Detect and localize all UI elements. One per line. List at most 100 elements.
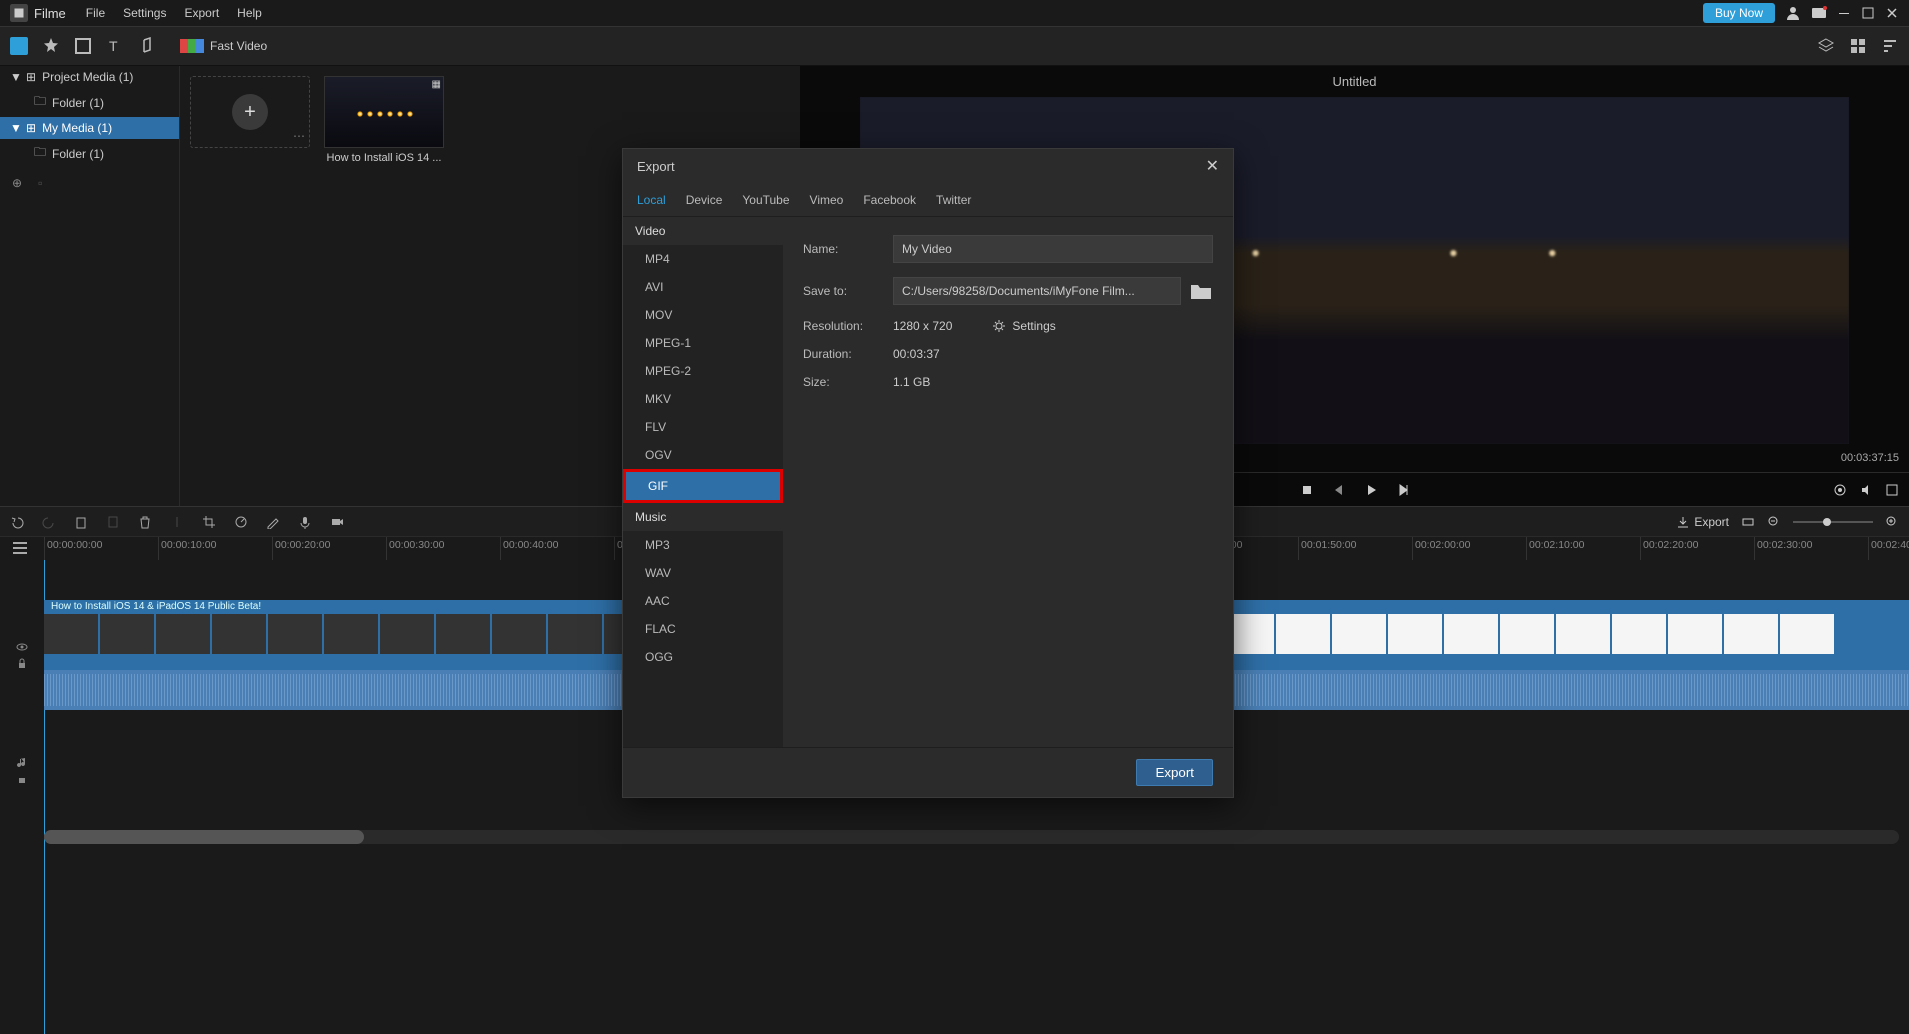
play-icon[interactable] xyxy=(1364,483,1378,497)
close-icon[interactable] xyxy=(1885,6,1899,20)
tree-my-media[interactable]: ▼ ⊞ My Media (1) xyxy=(0,117,179,139)
tree-project-media[interactable]: ▼ ⊞ Project Media (1) xyxy=(0,66,179,88)
crop-icon[interactable] xyxy=(202,515,216,529)
media-clip[interactable]: ▦ How to Install iOS 14 ... xyxy=(324,76,444,164)
ruler-tick: 00:02:10:00 xyxy=(1526,537,1640,560)
account-icon[interactable] xyxy=(1785,5,1801,21)
prev-frame-icon[interactable] xyxy=(1332,483,1346,497)
paste-icon[interactable] xyxy=(106,515,120,529)
ruler-tick: 00:02:20:00 xyxy=(1640,537,1754,560)
video-track-gutter xyxy=(0,600,44,710)
grid-icon: ⊞ xyxy=(26,121,36,135)
add-folder-icon[interactable]: ⊕ xyxy=(12,176,22,190)
input-save-to[interactable] xyxy=(893,277,1181,305)
menu-help[interactable]: Help xyxy=(237,6,262,20)
dialog-body: Video MP4 AVI MOV MPEG-1 MPEG-2 MKV FLV … xyxy=(623,217,1233,747)
tab-local[interactable]: Local xyxy=(637,193,666,207)
format-gif[interactable]: GIF xyxy=(623,469,783,503)
format-ogv[interactable]: OGV xyxy=(623,441,783,469)
settings-icon[interactable] xyxy=(1833,483,1847,497)
menu-settings[interactable]: Settings xyxy=(123,6,166,20)
gear-icon xyxy=(992,319,1006,333)
tab-twitter[interactable]: Twitter xyxy=(936,193,971,207)
dialog-close-icon[interactable]: ✕ xyxy=(1206,156,1219,176)
split-icon[interactable] xyxy=(170,515,184,529)
folder-icon: 🗀 xyxy=(34,143,46,164)
format-aac[interactable]: AAC xyxy=(623,587,783,615)
fullscreen-icon[interactable] xyxy=(1885,483,1899,497)
menu-export[interactable]: Export xyxy=(184,6,219,20)
input-name[interactable] xyxy=(893,235,1213,263)
format-avi[interactable]: AVI xyxy=(623,273,783,301)
text-tab-icon[interactable]: T xyxy=(106,37,124,55)
zoom-in-icon[interactable] xyxy=(1885,515,1899,529)
layers-icon[interactable] xyxy=(1817,37,1835,55)
format-column: Video MP4 AVI MOV MPEG-1 MPEG-2 MKV FLV … xyxy=(623,217,783,747)
minimize-icon[interactable] xyxy=(1837,6,1851,20)
more-icon[interactable]: ⋯ xyxy=(293,129,305,143)
edit-icon[interactable] xyxy=(266,515,280,529)
camera-icon[interactable] xyxy=(330,515,344,529)
add-media-tile[interactable]: + ⋯ xyxy=(190,76,310,148)
scrollbar-thumb[interactable] xyxy=(44,830,364,844)
tree-folder-1[interactable]: 🗀 Folder (1) xyxy=(0,88,179,117)
fast-video-button[interactable]: Fast Video xyxy=(180,39,267,53)
title-bar: Filme File Settings Export Help Buy Now xyxy=(0,0,1909,26)
browse-folder-icon[interactable] xyxy=(1189,281,1213,301)
copy-icon[interactable] xyxy=(74,515,88,529)
format-mov[interactable]: MOV xyxy=(623,301,783,329)
tree-folder-2[interactable]: 🗀 Folder (1) xyxy=(0,139,179,168)
transitions-tab-icon[interactable] xyxy=(74,37,92,55)
format-flv[interactable]: FLV xyxy=(623,413,783,441)
format-wav[interactable]: WAV xyxy=(623,559,783,587)
format-flac[interactable]: FLAC xyxy=(623,615,783,643)
format-ogg[interactable]: OGG xyxy=(623,643,783,671)
resolution-settings-button[interactable]: Settings xyxy=(992,319,1055,333)
hamburger-icon[interactable] xyxy=(12,541,28,558)
format-mpeg2[interactable]: MPEG-2 xyxy=(623,357,783,385)
ruler-tick: 00:00:20:00 xyxy=(272,537,386,560)
timeline-export-button[interactable]: Export xyxy=(1676,515,1729,529)
tab-youtube[interactable]: YouTube xyxy=(742,193,789,207)
stop-icon[interactable] xyxy=(1300,483,1314,497)
label-size: Size: xyxy=(803,375,893,389)
format-mkv[interactable]: MKV xyxy=(623,385,783,413)
maximize-icon[interactable] xyxy=(1861,6,1875,20)
lock-icon[interactable] xyxy=(16,772,28,784)
tab-facebook[interactable]: Facebook xyxy=(863,193,916,207)
sort-icon[interactable] xyxy=(1881,37,1899,55)
export-button[interactable]: Export xyxy=(1136,759,1213,786)
delete-icon[interactable] xyxy=(138,515,152,529)
fast-video-icon xyxy=(180,39,204,53)
label-resolution: Resolution: xyxy=(803,319,893,333)
clip-badge-icon: ▦ xyxy=(432,79,441,90)
tab-vimeo[interactable]: Vimeo xyxy=(810,193,844,207)
next-frame-icon[interactable] xyxy=(1396,483,1410,497)
timeline-scrollbar[interactable] xyxy=(44,830,1899,844)
format-mp3[interactable]: MP3 xyxy=(623,531,783,559)
speed-icon[interactable] xyxy=(234,515,248,529)
music-note-icon xyxy=(16,756,28,768)
effects-tab-icon[interactable] xyxy=(42,37,60,55)
buy-now-button[interactable]: Buy Now xyxy=(1703,3,1775,23)
media-tab-icon[interactable] xyxy=(10,37,28,55)
redo-icon[interactable] xyxy=(42,515,56,529)
folder-icon: 🗀 xyxy=(34,92,46,113)
menu-file[interactable]: File xyxy=(86,6,105,20)
format-mpeg1[interactable]: MPEG-1 xyxy=(623,329,783,357)
volume-icon[interactable] xyxy=(1859,483,1873,497)
zoom-out-icon[interactable] xyxy=(1767,515,1781,529)
mic-icon[interactable] xyxy=(298,515,312,529)
audio-tab-icon[interactable] xyxy=(138,37,156,55)
zoom-slider[interactable] xyxy=(1793,521,1873,523)
lock-icon[interactable] xyxy=(16,657,28,669)
format-mp4[interactable]: MP4 xyxy=(623,245,783,273)
tab-device[interactable]: Device xyxy=(686,193,723,207)
undo-icon[interactable] xyxy=(10,515,24,529)
import-icon[interactable]: ▫ xyxy=(38,176,42,190)
mail-icon[interactable] xyxy=(1811,5,1827,21)
aspect-icon[interactable] xyxy=(1741,515,1755,529)
grid-icon[interactable] xyxy=(1849,37,1867,55)
eye-icon[interactable] xyxy=(16,641,28,653)
ruler-tick: 00:00:40:00 xyxy=(500,537,614,560)
